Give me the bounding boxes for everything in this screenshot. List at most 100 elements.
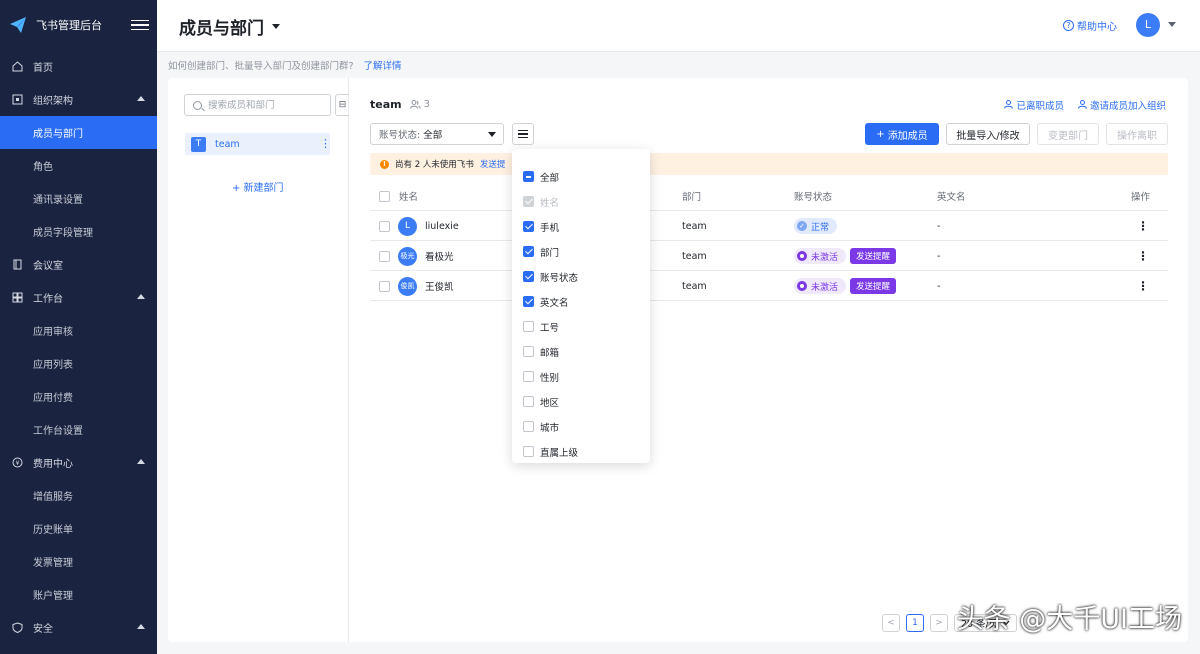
column-option-employee-id[interactable]: 工号	[512, 314, 650, 339]
account-status-select[interactable]: 账号状态: 全部	[370, 123, 504, 145]
option-label: 手机	[540, 222, 560, 234]
nav-app-review[interactable]: 应用审核	[0, 314, 157, 347]
menu-collapse-icon[interactable]	[131, 16, 149, 34]
nav-roles[interactable]: 角色	[0, 149, 157, 182]
new-dept-button[interactable]: + 新建部门	[232, 179, 284, 194]
select-all-checkbox[interactable]	[379, 190, 390, 202]
nav-member-fields[interactable]: 成员字段管理	[0, 215, 157, 248]
collapse-tree-icon[interactable]: ⊟	[335, 94, 349, 116]
nav-billing[interactable]: ¥ 费用中心	[0, 446, 157, 479]
grid-icon	[10, 291, 24, 305]
avatar: L	[398, 216, 417, 236]
help-center-link[interactable]: ? 帮助中心	[1063, 18, 1117, 33]
change-dept-button[interactable]: 变更部门	[1037, 123, 1099, 145]
offboard-button[interactable]: 操作离职	[1106, 123, 1168, 145]
caret-down-icon[interactable]	[1168, 22, 1176, 27]
column-option-region[interactable]: 地区	[512, 389, 650, 414]
more-vertical-icon[interactable]: ⋮	[1137, 211, 1149, 241]
member-en-name: -	[937, 220, 941, 232]
more-vertical-icon[interactable]: ⋮	[320, 138, 331, 149]
table-row[interactable]: 极光 看极光 team 未激活 发送提醒 - ⋮	[370, 241, 1168, 271]
svg-text:¥: ¥	[15, 460, 19, 467]
nav-contacts-settings[interactable]: 通讯录设置	[0, 182, 157, 215]
nav-home[interactable]: 首页	[0, 50, 157, 83]
nav-invoices[interactable]: 发票管理	[0, 545, 157, 578]
option-label: 城市	[540, 422, 560, 434]
nav-value-added[interactable]: 增值服务	[0, 479, 157, 512]
send-reminder-button[interactable]: 发送提醒	[850, 248, 897, 264]
column-option-name: 姓名	[512, 189, 650, 214]
column-option-dept[interactable]: 部门	[512, 239, 650, 264]
member-en-name: -	[937, 280, 941, 292]
column-option-en-name[interactable]: 英文名	[512, 289, 650, 314]
column-option-city[interactable]: 城市	[512, 414, 650, 439]
nav-org[interactable]: 组织架构	[0, 83, 157, 116]
search-input[interactable]	[208, 99, 318, 111]
learn-more-link[interactable]: 了解详情	[364, 58, 402, 72]
option-label: 部门	[540, 247, 560, 259]
row-checkbox[interactable]	[379, 220, 390, 232]
nav-bill-history[interactable]: 历史账单	[0, 512, 157, 545]
nav-members-depts[interactable]: 成员与部门	[0, 116, 157, 149]
user-avatar[interactable]: L	[1136, 13, 1160, 37]
help-label: 帮助中心	[1077, 22, 1117, 33]
meeting-room-icon	[10, 258, 24, 272]
member-name[interactable]: 王俊凯	[425, 279, 454, 293]
column-option-gender[interactable]: 性别	[512, 364, 650, 389]
person-icon	[1004, 100, 1014, 109]
page-title[interactable]: 成员与部门	[179, 14, 280, 39]
inactive-banner: ! 尚有 2 人未使用飞书 发送提	[370, 153, 1168, 175]
nav-label: 组织架构	[33, 96, 73, 107]
member-count-value: 3	[423, 99, 430, 110]
member-name[interactable]: liulexie	[425, 221, 459, 232]
invite-members-link[interactable]: 邀请成员加入组织	[1077, 98, 1166, 112]
option-label: 地区	[540, 397, 560, 409]
column-option-manager[interactable]: 直属上级	[512, 439, 650, 463]
row-checkbox[interactable]	[379, 250, 390, 262]
add-member-button[interactable]: + 添加成员	[865, 123, 939, 145]
nav-security[interactable]: 安全	[0, 611, 157, 644]
page-1-button[interactable]: 1	[906, 614, 924, 632]
option-label: 邮箱	[540, 347, 560, 359]
nav-app-payment[interactable]: 应用付费	[0, 380, 157, 413]
more-vertical-icon[interactable]: ⋮	[1137, 241, 1149, 271]
search-box[interactable]	[184, 94, 331, 116]
send-reminder-button[interactable]: 发送提醒	[850, 278, 897, 294]
nav-app-list[interactable]: 应用列表	[0, 347, 157, 380]
col-name: 姓名	[399, 192, 419, 203]
column-option-phone[interactable]: 手机	[512, 214, 650, 239]
nav-workbench-settings[interactable]: 工作台设置	[0, 413, 157, 446]
status-badge: 未激活	[794, 248, 847, 264]
column-option-email[interactable]: 邮箱	[512, 339, 650, 364]
next-page-button[interactable]: >	[930, 614, 948, 632]
column-option-all[interactable]: 全部	[512, 164, 650, 189]
resigned-members-link[interactable]: 已离职成员	[1004, 98, 1064, 112]
table-row[interactable]: 俊凯 王俊凯 team 未激活 发送提醒 - ⋮	[370, 271, 1168, 301]
resigned-label: 已离职成员	[1016, 101, 1064, 112]
watermark: 头条 @大千UI工场	[956, 604, 1182, 635]
bulk-import-button[interactable]: 批量导入/修改	[946, 123, 1030, 145]
column-option-status[interactable]: 账号状态	[512, 264, 650, 289]
search-icon	[193, 100, 202, 110]
checkbox-unchecked	[523, 396, 534, 407]
tree-node-team[interactable]: T team ⋮	[185, 133, 331, 155]
more-vertical-icon[interactable]: ⋮	[1137, 271, 1149, 301]
prev-page-button[interactable]: <	[882, 614, 900, 632]
col-ops: 操作	[1131, 192, 1151, 203]
nav-label: 会议室	[33, 261, 63, 272]
brand: 飞书管理后台	[0, 0, 157, 50]
nav-label: 工作台	[33, 294, 63, 305]
table-row[interactable]: L liulexie team ✓ 正常 - ⋮	[370, 211, 1168, 241]
nav-workbench[interactable]: 工作台	[0, 281, 157, 314]
avatar: 俊凯	[398, 276, 417, 296]
row-checkbox[interactable]	[379, 280, 390, 292]
org-icon	[10, 93, 24, 107]
option-label: 直属上级	[540, 447, 579, 459]
member-name[interactable]: 看极光	[425, 249, 454, 263]
caret-up-icon	[137, 624, 145, 629]
banner-send-link[interactable]: 发送提	[480, 158, 506, 170]
nav-account[interactable]: 账户管理	[0, 578, 157, 611]
column-settings-button[interactable]	[512, 123, 534, 145]
nav-meeting-room[interactable]: 会议室	[0, 248, 157, 281]
coin-icon: ¥	[10, 456, 24, 470]
